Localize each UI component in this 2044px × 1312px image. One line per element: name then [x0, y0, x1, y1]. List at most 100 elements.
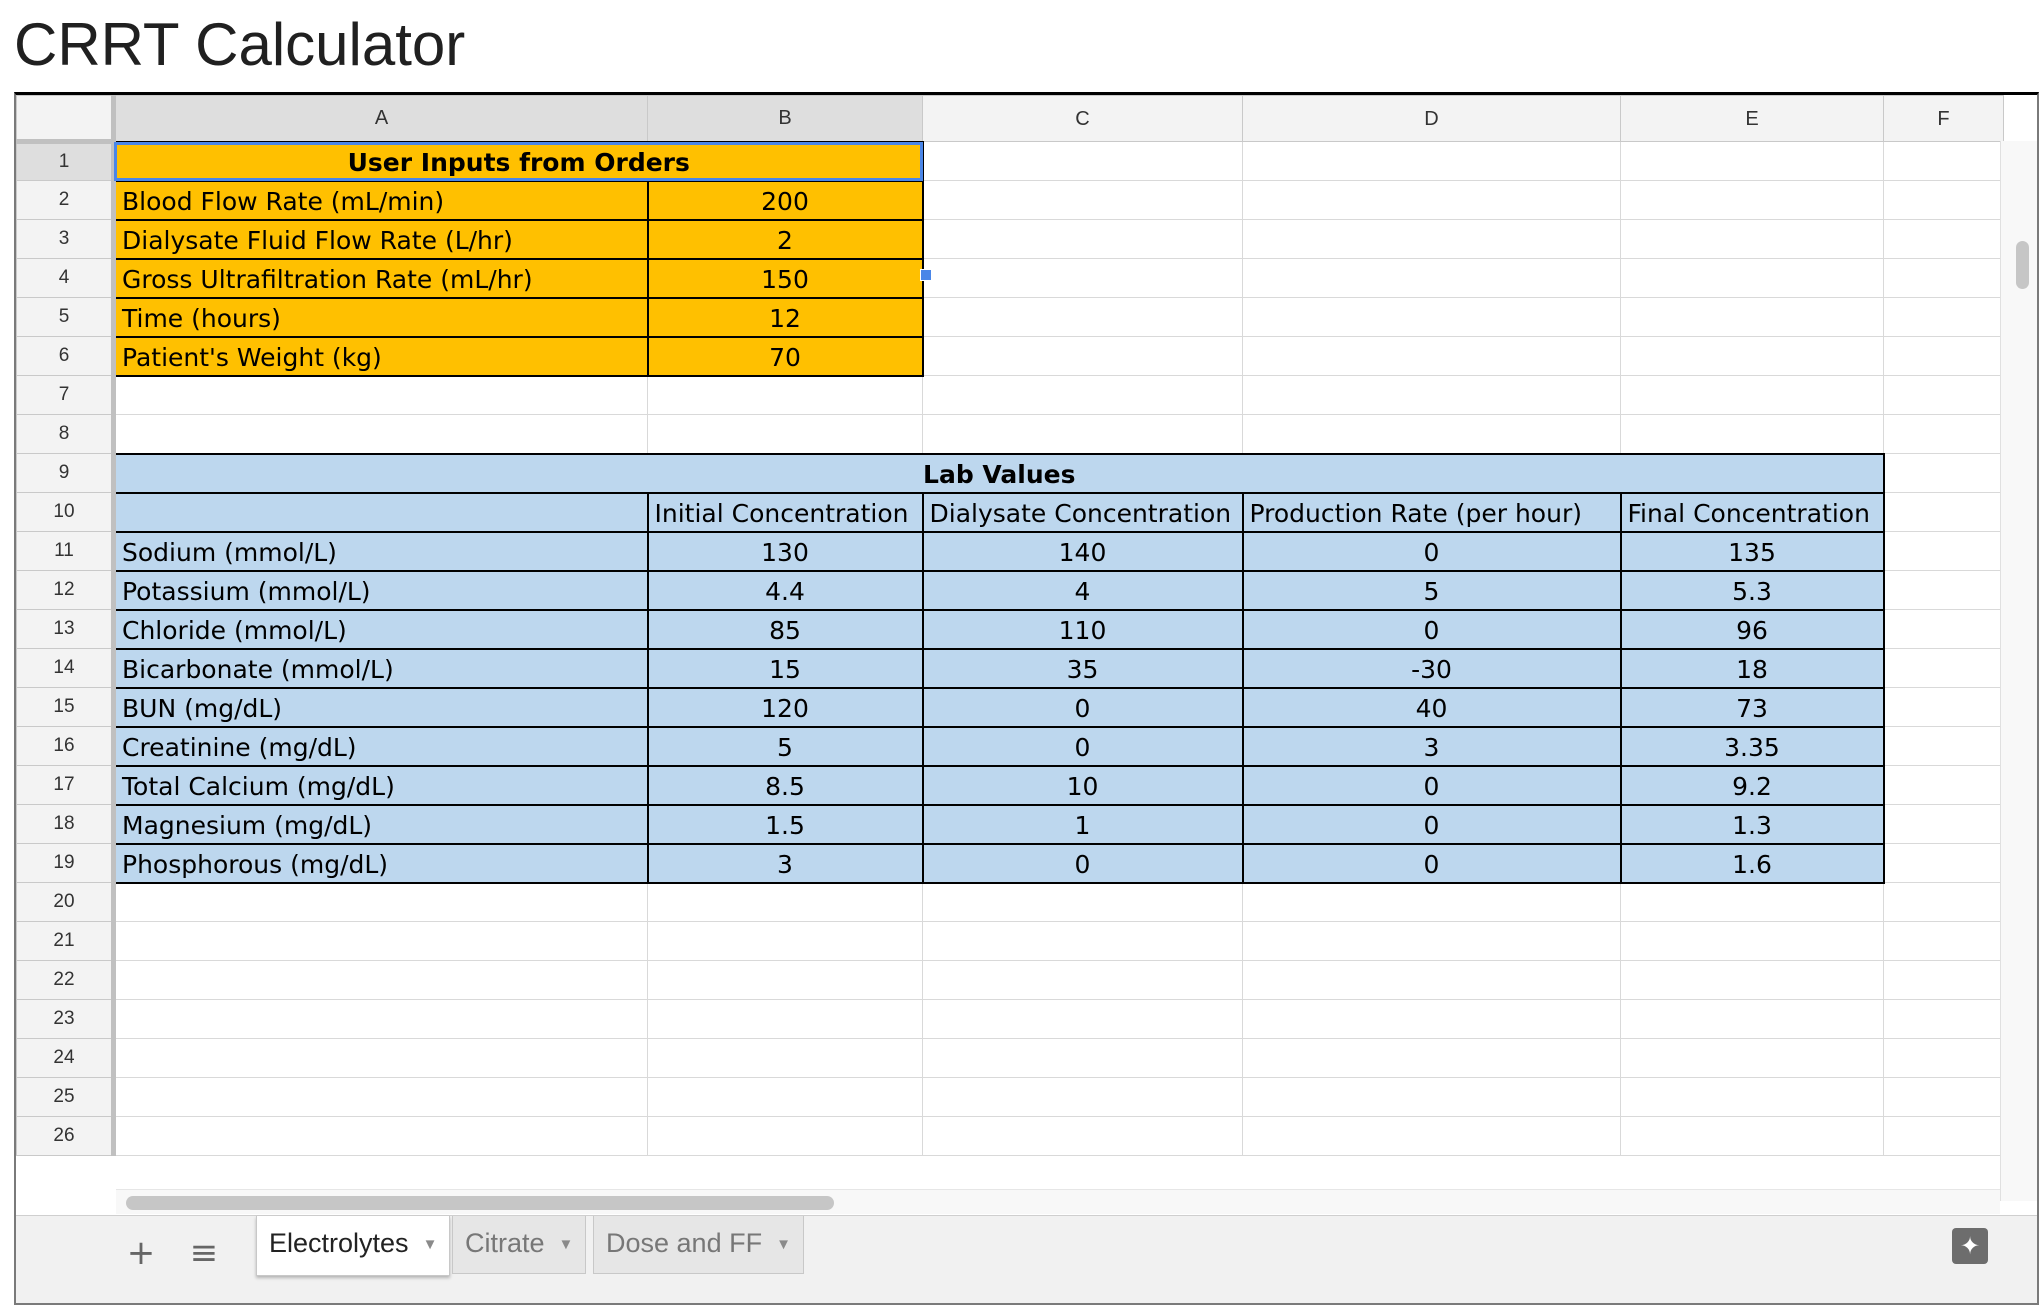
lab-initial-cell[interactable]: 4.4 [646, 569, 924, 611]
cell[interactable] [1620, 960, 1884, 1000]
cell[interactable] [922, 1038, 1243, 1078]
lab-name-cell[interactable]: Bicarbonate (mmol/L) [112, 647, 649, 689]
cell[interactable] [1242, 375, 1621, 415]
cell[interactable] [647, 414, 923, 454]
row-header[interactable]: 13 [16, 609, 116, 649]
cell[interactable] [1620, 1077, 1884, 1117]
lab-initial-cell[interactable]: 120 [646, 686, 924, 728]
lab-dialysate-cell[interactable]: 140 [921, 530, 1244, 572]
cell[interactable] [1883, 1077, 2004, 1117]
cell[interactable] [113, 1116, 648, 1156]
cell[interactable] [1620, 999, 1884, 1039]
cell[interactable] [1620, 219, 1884, 259]
cell[interactable] [1620, 375, 1884, 415]
row-header[interactable]: 2 [16, 180, 116, 220]
lab-column-header[interactable]: Final Concentration [1619, 491, 1885, 533]
lab-final-cell[interactable]: 3.35 [1619, 725, 1885, 767]
row-header[interactable]: 4 [16, 258, 116, 298]
input-label-cell[interactable]: Time (hours) [112, 296, 649, 338]
cell[interactable] [922, 999, 1243, 1039]
cell[interactable] [1883, 882, 2004, 922]
input-label-cell[interactable]: Blood Flow Rate (mL/min) [112, 179, 649, 221]
tab-citrate[interactable]: Citrate ▼ [452, 1216, 587, 1274]
cell[interactable] [922, 180, 1243, 220]
lab-name-cell[interactable]: Potassium (mmol/L) [112, 569, 649, 611]
cell[interactable] [1883, 336, 2004, 376]
cell[interactable] [922, 258, 1243, 298]
lab-dialysate-cell[interactable]: 10 [921, 764, 1244, 806]
lab-final-cell[interactable]: 9.2 [1619, 764, 1885, 806]
cell[interactable] [1883, 1116, 2004, 1156]
inputs-header-cell[interactable]: User Inputs from Orders [112, 140, 924, 182]
cell[interactable] [1883, 804, 2004, 844]
cell[interactable] [1883, 414, 2004, 454]
lab-final-cell[interactable]: 96 [1619, 608, 1885, 650]
cell[interactable] [1620, 258, 1884, 298]
cell[interactable] [1883, 570, 2004, 610]
cell[interactable] [1242, 297, 1621, 337]
cell[interactable] [922, 882, 1243, 922]
row-header[interactable]: 14 [16, 648, 116, 688]
lab-final-cell[interactable]: 135 [1619, 530, 1885, 572]
cell[interactable] [647, 882, 923, 922]
input-value-cell[interactable]: 12 [646, 296, 924, 338]
input-label-cell[interactable]: Dialysate Fluid Flow Rate (L/hr) [112, 218, 649, 260]
lab-initial-cell[interactable]: 85 [646, 608, 924, 650]
cell[interactable] [922, 921, 1243, 961]
cell[interactable] [1242, 414, 1621, 454]
cell[interactable] [922, 375, 1243, 415]
column-header-e[interactable]: E [1620, 95, 1884, 142]
lab-column-header[interactable]: Production Rate (per hour) [1241, 491, 1622, 533]
cell[interactable] [1883, 219, 2004, 259]
cell[interactable] [1883, 453, 2004, 493]
cell[interactable] [1620, 414, 1884, 454]
lab-values-header-cell[interactable]: Lab Values [112, 452, 1885, 494]
row-header[interactable]: 24 [16, 1038, 116, 1078]
row-header[interactable]: 25 [16, 1077, 116, 1117]
cell[interactable] [1620, 297, 1884, 337]
cell[interactable] [1883, 1038, 2004, 1078]
row-header[interactable]: 5 [16, 297, 116, 337]
row-header[interactable]: 8 [16, 414, 116, 454]
row-header[interactable]: 21 [16, 921, 116, 961]
cell[interactable] [1883, 999, 2004, 1039]
lab-dialysate-cell[interactable]: 35 [921, 647, 1244, 689]
lab-final-cell[interactable]: 1.3 [1619, 803, 1885, 845]
lab-dialysate-cell[interactable]: 0 [921, 842, 1244, 884]
column-header-a[interactable]: A [113, 95, 648, 142]
lab-production-cell[interactable]: 5 [1241, 569, 1622, 611]
cell[interactable] [113, 375, 648, 415]
column-header-b[interactable]: B [647, 95, 923, 142]
input-label-cell[interactable]: Patient's Weight (kg) [112, 335, 649, 377]
lab-column-header[interactable]: Initial Concentration [646, 491, 924, 533]
row-header[interactable]: 20 [16, 882, 116, 922]
chevron-down-icon[interactable]: ▼ [776, 1218, 791, 1272]
cell[interactable] [1883, 141, 2004, 181]
cell[interactable] [647, 375, 923, 415]
cell[interactable] [647, 1077, 923, 1117]
lab-column-header[interactable]: Dialysate Concentration [921, 491, 1244, 533]
cell[interactable] [113, 1077, 648, 1117]
cell[interactable] [113, 999, 648, 1039]
cell[interactable] [1620, 141, 1884, 181]
input-value-cell[interactable]: 150 [646, 257, 924, 299]
lab-dialysate-cell[interactable]: 0 [921, 725, 1244, 767]
row-header[interactable]: 6 [16, 336, 116, 376]
cell[interactable] [1620, 336, 1884, 376]
tab-dose-and-ff[interactable]: Dose and FF ▼ [593, 1216, 804, 1274]
row-header[interactable]: 15 [16, 687, 116, 727]
cell[interactable] [1242, 921, 1621, 961]
lab-production-cell[interactable]: 0 [1241, 764, 1622, 806]
lab-name-cell[interactable]: Creatinine (mg/dL) [112, 725, 649, 767]
row-header[interactable]: 9 [16, 453, 116, 493]
lab-final-cell[interactable]: 1.6 [1619, 842, 1885, 884]
cell[interactable] [1883, 726, 2004, 766]
cell[interactable] [1883, 609, 2004, 649]
cell[interactable] [1883, 921, 2004, 961]
lab-production-cell[interactable]: 0 [1241, 803, 1622, 845]
row-header[interactable]: 23 [16, 999, 116, 1039]
cell[interactable] [1883, 648, 2004, 688]
lab-production-cell[interactable]: 0 [1241, 530, 1622, 572]
cell[interactable] [1620, 1038, 1884, 1078]
input-value-cell[interactable]: 70 [646, 335, 924, 377]
